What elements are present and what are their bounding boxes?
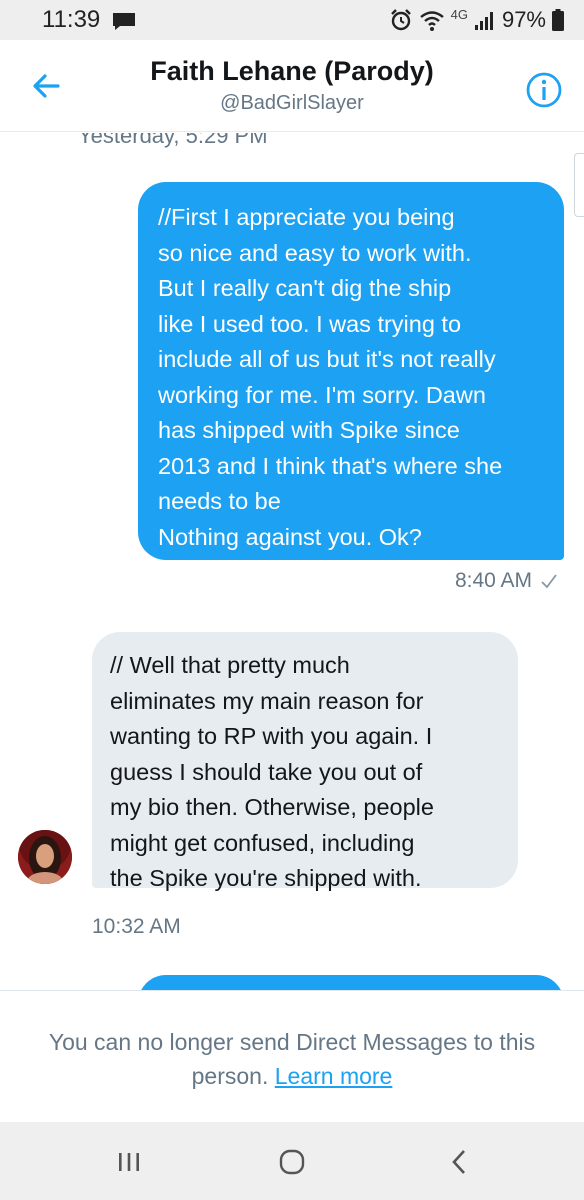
- avatar[interactable]: [18, 830, 72, 884]
- battery-icon: [552, 9, 564, 31]
- checkmark-icon: [541, 574, 557, 589]
- message-time: 8:40 AM: [454, 569, 532, 592]
- system-back-button[interactable]: [437, 1140, 481, 1184]
- wifi-icon: [419, 11, 444, 31]
- avatar-image: [18, 830, 72, 884]
- status-icons: 4G 97%: [389, 6, 564, 34]
- date-divider: Yesterday, 5:29 PM: [78, 133, 268, 148]
- notice-text: You can no longer send Direct Messages t…: [24, 1025, 560, 1093]
- info-button[interactable]: [524, 70, 564, 110]
- recent-apps-button[interactable]: [107, 1140, 151, 1184]
- scrollbar-handle[interactable]: [574, 153, 584, 217]
- alarm-icon: [390, 9, 411, 31]
- battery-percent: 97%: [501, 7, 546, 32]
- page-title: Faith Lehane (Parody): [150, 56, 434, 86]
- user-handle: @BadGirlSlayer: [220, 92, 364, 114]
- signal-icon: [474, 12, 493, 30]
- incoming-message[interactable]: // Well that pretty much eliminates my m…: [92, 632, 518, 891]
- learn-more-link[interactable]: Learn more: [275, 1063, 393, 1089]
- status-time: 11:39: [42, 6, 101, 33]
- system-nav-bar: [0, 1122, 584, 1200]
- home-icon: [279, 1149, 305, 1175]
- dm-disabled-notice: You can no longer send Direct Messages t…: [0, 990, 584, 1122]
- message-meta: 8:40 AM: [455, 569, 558, 593]
- status-bar: 11:39 4G 97%: [0, 0, 584, 40]
- conversation-header: Faith Lehane (Parody) @BadGirlSlayer: [0, 40, 584, 132]
- network-type-label: 4G: [450, 6, 468, 22]
- outgoing-message[interactable]: //First I appreciate you being so nice a…: [138, 182, 564, 560]
- recent-apps-icon: [119, 1153, 139, 1171]
- info-circle-icon: [526, 72, 562, 108]
- message-time: 10:32 AM: [92, 915, 181, 938]
- outgoing-message-partial[interactable]: [138, 975, 564, 990]
- message-notification-icon: [113, 13, 135, 30]
- home-button[interactable]: [270, 1140, 314, 1184]
- message-list[interactable]: Yesterday, 5:29 PM //First I appreciate …: [0, 133, 584, 990]
- chevron-left-icon: [452, 1150, 465, 1174]
